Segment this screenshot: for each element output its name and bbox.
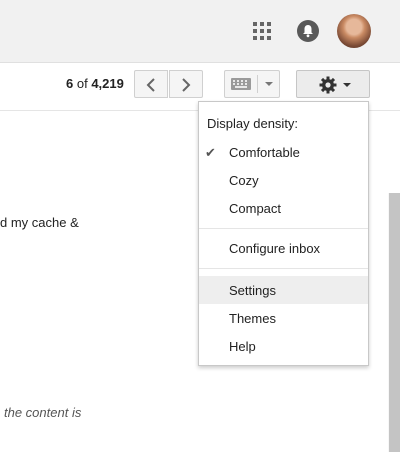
- menu-item-comfortable[interactable]: ✔ Comfortable: [199, 138, 368, 166]
- menu-item-compact[interactable]: Compact: [199, 194, 368, 222]
- menu-divider: [199, 228, 368, 229]
- settings-gear-button[interactable]: [296, 70, 370, 98]
- chevron-down-icon[interactable]: [265, 82, 273, 86]
- newer-button[interactable]: [134, 70, 168, 98]
- menu-item-configure-inbox[interactable]: Configure inbox: [199, 234, 368, 262]
- menu-item-help[interactable]: Help: [199, 332, 368, 360]
- menu-item-themes[interactable]: Themes: [199, 304, 368, 332]
- button-divider: [257, 75, 258, 93]
- counter-total: 4,219: [91, 76, 124, 91]
- bell-icon[interactable]: [297, 20, 319, 42]
- chevron-left-icon: [146, 78, 155, 92]
- density-heading: Display density:: [207, 116, 299, 131]
- menu-item-label: Themes: [229, 311, 276, 326]
- chevron-down-icon: [343, 83, 351, 87]
- counter-current: 6: [66, 76, 74, 91]
- menu-item-label: Comfortable: [229, 145, 300, 160]
- top-header: [0, 0, 400, 63]
- menu-item-label: Cozy: [229, 173, 259, 188]
- menu-item-cozy[interactable]: Cozy: [199, 166, 368, 194]
- menu-item-label: Settings: [229, 283, 276, 298]
- menu-item-label: Configure inbox: [229, 241, 321, 256]
- menu-divider: [199, 268, 368, 269]
- menu-item-label: Help: [229, 339, 256, 354]
- menu-item-settings[interactable]: Settings: [199, 276, 368, 304]
- gear-icon: [319, 76, 337, 94]
- input-tools-button[interactable]: [224, 70, 280, 98]
- keyboard-icon: [231, 78, 251, 90]
- chevron-right-icon: [182, 78, 191, 92]
- counter-of: of: [76, 76, 88, 91]
- checkmark-icon: ✔: [205, 145, 216, 160]
- message-body-line: the content is: [4, 405, 82, 420]
- apps-grid-icon[interactable]: [253, 22, 271, 40]
- avatar[interactable]: [337, 14, 371, 48]
- scrollbar-thumb[interactable]: [389, 193, 400, 452]
- menu-item-label: Compact: [229, 201, 282, 216]
- older-button[interactable]: [169, 70, 203, 98]
- message-counter: 6 of 4,219: [66, 76, 124, 91]
- settings-menu: Display density: ✔ Comfortable Cozy Comp…: [198, 101, 369, 366]
- message-body-line: d my cache &: [0, 215, 79, 230]
